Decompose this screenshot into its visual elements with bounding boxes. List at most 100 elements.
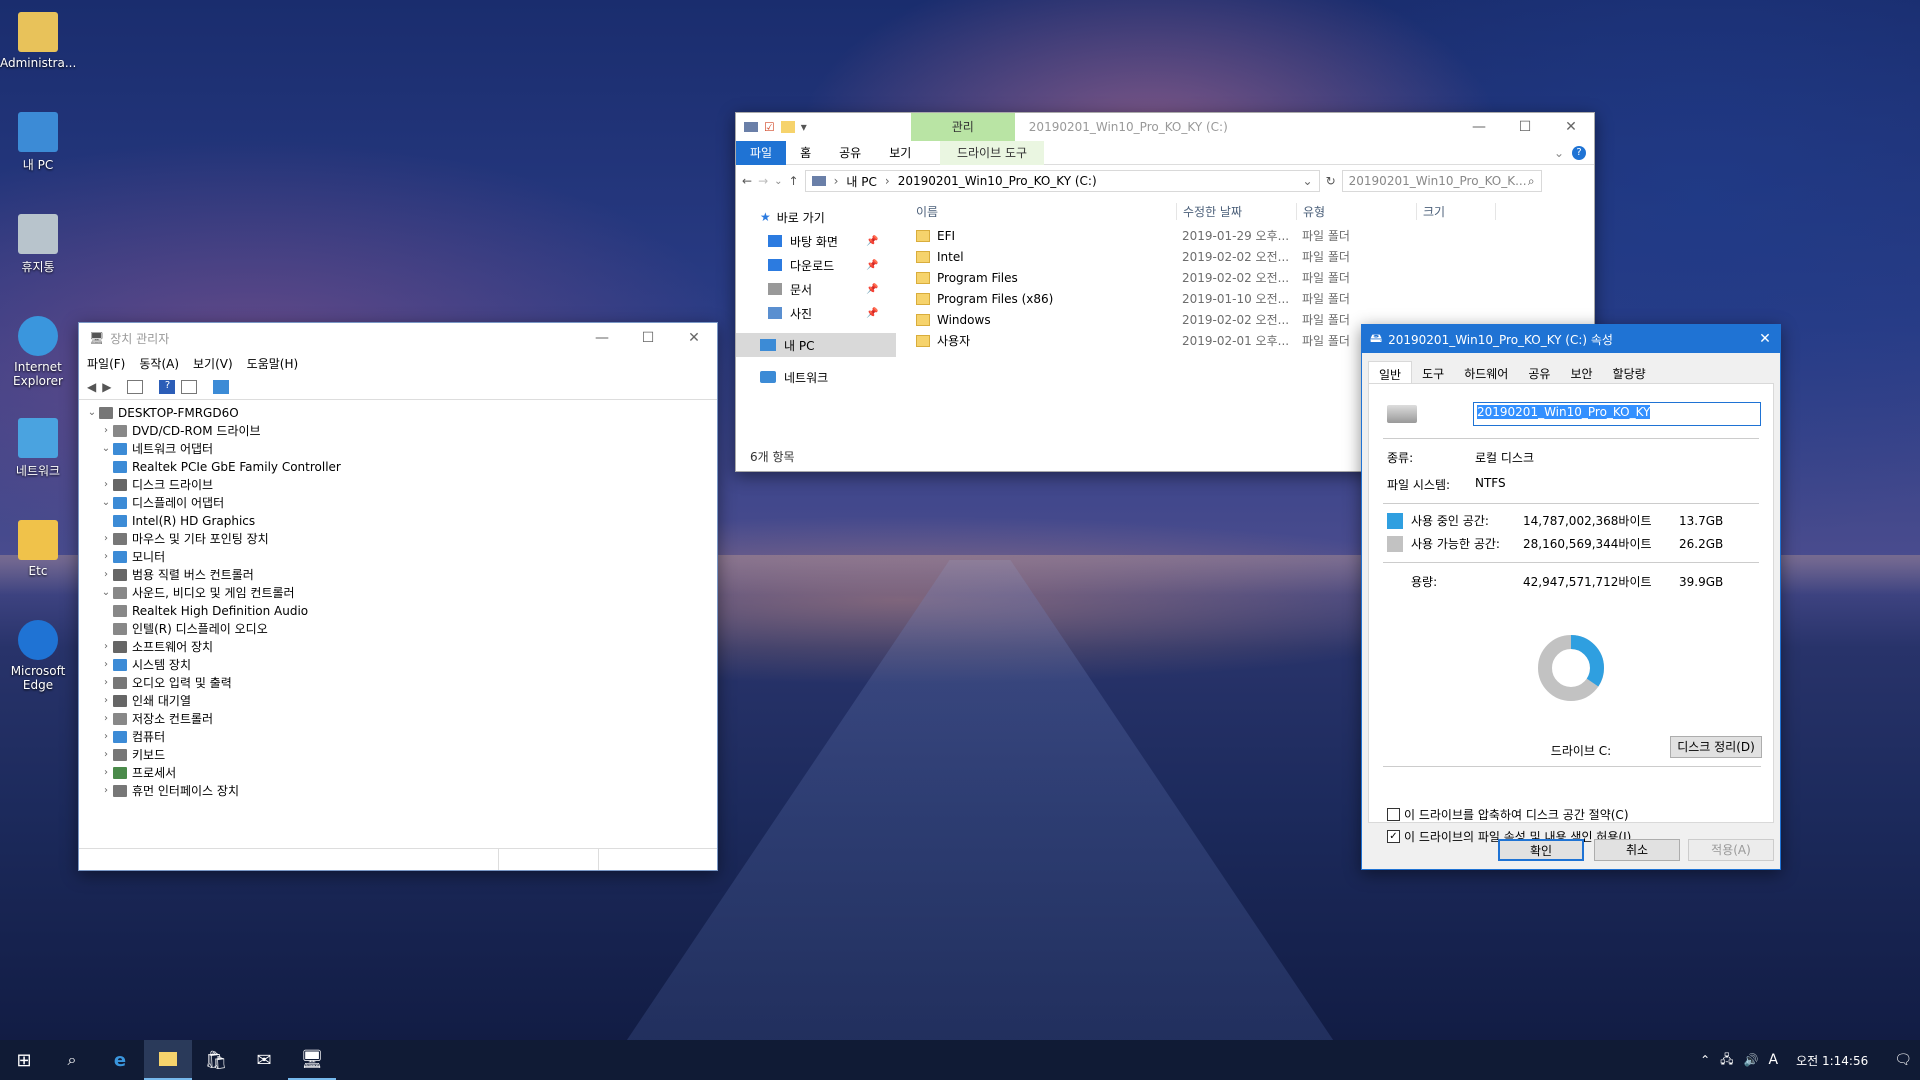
context-tab-manage[interactable]: 관리	[910, 113, 1015, 141]
ribbon-tab[interactable]: 홈	[786, 141, 825, 165]
file-explorer-taskbar-icon[interactable]	[144, 1040, 192, 1080]
ok-button[interactable]: 확인	[1498, 839, 1584, 861]
device-category[interactable]: ⌄ 디스플레이 어댑터	[85, 494, 711, 512]
device-category[interactable]: › 저장소 컨트롤러	[85, 710, 711, 728]
chevron-right-icon[interactable]: ›	[99, 638, 113, 656]
file-row[interactable]: Program Files (x86) 2019-01-10 오전... 파일 폴더	[916, 288, 1594, 309]
chevron-right-icon[interactable]: ›	[99, 476, 113, 494]
apply-button[interactable]: 적용(A)	[1688, 839, 1774, 861]
close-button[interactable]: ✕	[1548, 119, 1594, 135]
desktop-icon[interactable]: Etc	[0, 520, 76, 578]
cancel-button[interactable]: 취소	[1594, 839, 1680, 861]
up-arrow-icon[interactable]: ↑	[789, 174, 799, 188]
nav-pinned-item[interactable]: 문서 📌	[736, 277, 896, 301]
context-tab-drive-tools[interactable]: 드라이브 도구	[940, 140, 1044, 165]
desktop-icon[interactable]: Microsoft Edge	[0, 620, 76, 692]
device-category[interactable]: › 휴먼 인터페이스 장치	[85, 782, 711, 800]
device-manager-window[interactable]: 🖥 장치 관리자 — ☐ ✕ 파일(F) 동작(A) 보기(V) 도움말(H) ◀ ▶ ?…	[78, 322, 718, 871]
chevron-down-icon[interactable]: ⌄	[774, 176, 782, 187]
quick-access-toolbar[interactable]: ☑ ▾	[744, 120, 807, 134]
chevron-right-icon[interactable]: ›	[99, 728, 113, 746]
new-folder-icon[interactable]	[780, 121, 795, 133]
back-arrow-icon[interactable]: ←	[742, 174, 752, 188]
drive-properties-dialog[interactable]: 🖴 20190201_Win10_Pro_KO_KY (C:) 속성 ✕ 일반 도…	[1361, 324, 1781, 870]
column-name[interactable]: 이름	[916, 203, 1176, 220]
chevron-right-icon[interactable]: ›	[99, 692, 113, 710]
drive-name-input[interactable]: 20190201_Win10_Pro_KO_KY	[1473, 402, 1761, 426]
chevron-right-icon[interactable]: ›	[99, 566, 113, 584]
breadcrumb-pc[interactable]: 내 PC	[846, 173, 876, 190]
minimize-button[interactable]: —	[579, 330, 625, 346]
address-bar[interactable]: › 내 PC › 20190201_Win10_Pro_KO_KY (C:) ⌄	[804, 170, 1320, 192]
device-category[interactable]: › DVD/CD-ROM 드라이브	[85, 422, 711, 440]
edge-taskbar-icon[interactable]: e	[96, 1040, 144, 1080]
view-icon[interactable]	[181, 379, 198, 394]
chevron-right-icon[interactable]: ›	[99, 530, 113, 548]
device-category[interactable]: › 모니터	[85, 548, 711, 566]
chevron-down-icon[interactable]: ⌄	[1554, 146, 1564, 160]
properties-icon[interactable]	[127, 379, 144, 394]
compress-option[interactable]: 이 드라이브를 압축하여 디스크 공간 절약(C)	[1387, 806, 1629, 823]
device-category[interactable]: › 컴퓨터	[85, 728, 711, 746]
help-icon[interactable]: ?	[159, 379, 176, 394]
search-icon[interactable]: ⌕	[48, 1040, 96, 1080]
column-type[interactable]: 유형	[1296, 202, 1416, 220]
desktop-icon[interactable]: 내 PC	[0, 112, 76, 173]
monitor-icon[interactable]	[213, 379, 230, 394]
chevron-down-icon[interactable]: ⌄	[99, 584, 113, 602]
forward-arrow-icon[interactable]: ▶	[102, 380, 111, 394]
dropdown-icon[interactable]: ▾	[801, 120, 807, 134]
device-category[interactable]: › 시스템 장치	[85, 656, 711, 674]
nav-quick-access[interactable]: ★ 바로 가기	[736, 205, 896, 229]
mail-taskbar-icon[interactable]: ✉	[240, 1040, 288, 1080]
device-category[interactable]: › 디스크 드라이브	[85, 476, 711, 494]
nav-pinned-item[interactable]: 다운로드 📌	[736, 253, 896, 277]
breadcrumb-drive[interactable]: 20190201_Win10_Pro_KO_KY (C:)	[898, 174, 1097, 188]
ribbon-tab[interactable]: 파일	[736, 140, 787, 165]
checkmark-icon[interactable]: ☑	[764, 120, 775, 134]
clock[interactable]: 오전 1:14:56	[1796, 1052, 1868, 1069]
column-date[interactable]: 수정한 날짜	[1176, 202, 1296, 220]
search-input[interactable]: 20190201_Win10_Pro_KO_K... ⌕	[1341, 170, 1542, 192]
index-checkbox[interactable]: ✓	[1387, 830, 1400, 843]
device-item[interactable]: Realtek PCIe GbE Family Controller	[85, 458, 711, 476]
chevron-right-icon[interactable]: ›	[99, 548, 113, 566]
nav-pinned-item[interactable]: 사진 📌	[736, 301, 896, 325]
menu-item[interactable]: 동작(A)	[139, 355, 179, 372]
help-icon[interactable]: ?	[1572, 145, 1586, 160]
chevron-down-icon[interactable]: ⌄	[85, 404, 99, 422]
network-tray-icon[interactable]: 🖧	[1720, 1050, 1733, 1071]
title-bar[interactable]: 🖴 20190201_Win10_Pro_KO_KY (C:) 속성 ✕	[1362, 325, 1780, 353]
ribbon-tab[interactable]: 공유	[825, 141, 875, 165]
device-category[interactable]: › 마우스 및 기타 포인팅 장치	[85, 530, 711, 548]
store-taskbar-icon[interactable]: 🛍	[192, 1040, 240, 1080]
device-item[interactable]: 인텔(R) 디스플레이 오디오	[85, 620, 711, 638]
nav-pinned-item[interactable]: 바탕 화면 📌	[736, 229, 896, 253]
menu-item[interactable]: 보기(V)	[193, 355, 233, 372]
chevron-right-icon[interactable]: ›	[99, 656, 113, 674]
desktop-icon[interactable]: 휴지통	[0, 214, 76, 275]
title-bar[interactable]: ☑ ▾ 관리 20190201_Win10_Pro_KO_KY (C:) — ☐ ✕	[736, 113, 1594, 141]
disk-cleanup-button[interactable]: 디스크 정리(D)	[1670, 736, 1762, 758]
device-category[interactable]: › 인쇄 대기열	[85, 692, 711, 710]
device-category[interactable]: ⌄ 네트워크 어댑터	[85, 440, 711, 458]
forward-arrow-icon[interactable]: →	[758, 174, 768, 188]
device-item[interactable]: Realtek High Definition Audio	[85, 602, 711, 620]
maximize-button[interactable]: ☐	[625, 330, 671, 346]
notification-icon[interactable]: 🗨	[1894, 1052, 1912, 1068]
device-category[interactable]: › 키보드	[85, 746, 711, 764]
properties-icon[interactable]	[744, 122, 758, 132]
chevron-up-icon[interactable]: ⌃	[1700, 1053, 1710, 1067]
volume-icon[interactable]: 🔊	[1744, 1053, 1759, 1067]
column-size[interactable]: 크기	[1416, 202, 1496, 220]
refresh-icon[interactable]: ↻	[1326, 174, 1336, 188]
chevron-down-icon[interactable]: ⌄	[1303, 174, 1313, 188]
device-category[interactable]: › 소프트웨어 장치	[85, 638, 711, 656]
nav-network[interactable]: 네트워크	[736, 365, 896, 389]
chevron-down-icon[interactable]: ⌄	[99, 440, 113, 458]
chevron-down-icon[interactable]: ⌄	[99, 494, 113, 512]
start-button[interactable]: ⊞	[0, 1040, 48, 1080]
device-category[interactable]: › 범용 직렬 버스 컨트롤러	[85, 566, 711, 584]
device-category[interactable]: ⌄ 사운드, 비디오 및 게임 컨트롤러	[85, 584, 711, 602]
ime-indicator[interactable]: A	[1768, 1052, 1778, 1068]
